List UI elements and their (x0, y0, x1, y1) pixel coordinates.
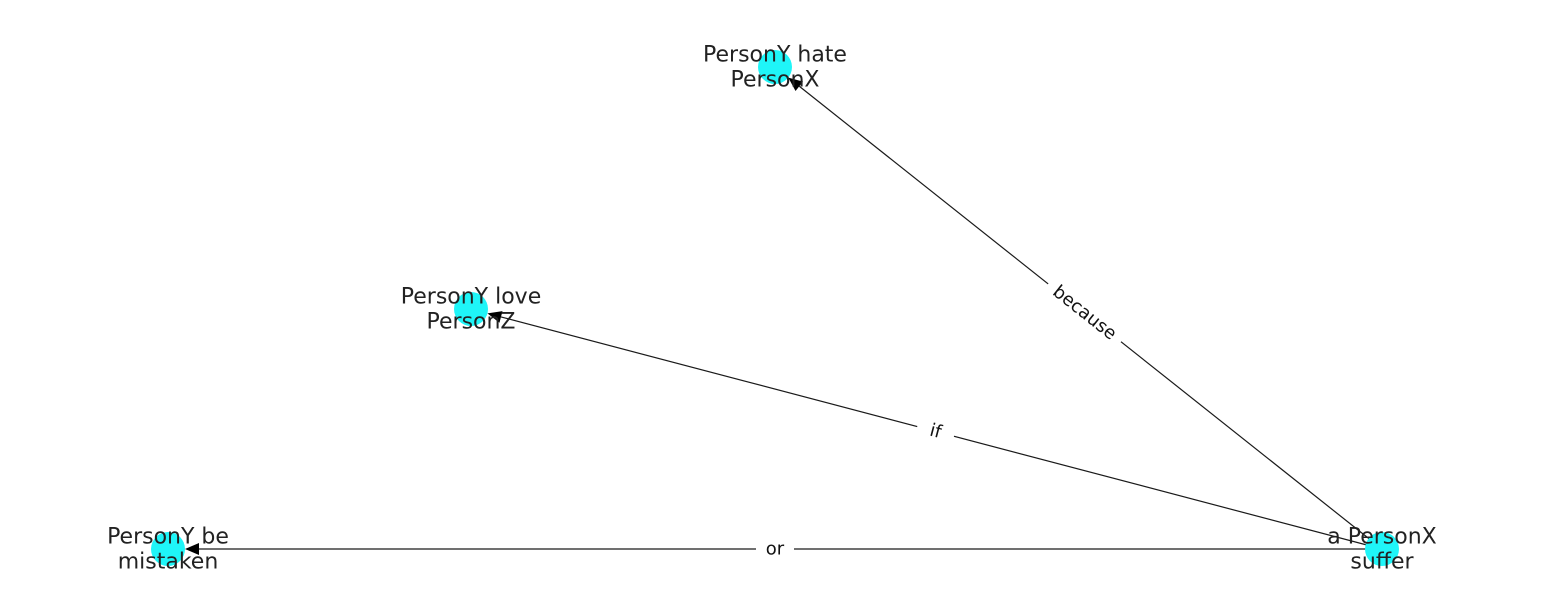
node-label-love: PersonY love PersonZ (401, 285, 542, 335)
node-label-line: a PersonX (1327, 525, 1436, 550)
node-label-mistaken: PersonY be mistaken (107, 525, 229, 575)
node-label-line: PersonY be (107, 525, 229, 550)
edge-label: or (766, 539, 785, 560)
node-label-line: PersonX (731, 68, 820, 93)
node-labels-layer: PersonY hate PersonXPersonY love PersonZPe… (107, 43, 1437, 575)
node-label-line: mistaken (118, 550, 219, 575)
node-label-hate: PersonY hate PersonX (703, 43, 847, 93)
nodes-layer (151, 50, 1399, 566)
edge-label-group: or (756, 537, 794, 561)
node-label-line: suffer (1350, 550, 1414, 575)
edge-label-group: if (914, 414, 958, 448)
edge-label: because (1049, 281, 1121, 344)
edge-label-group: because (1040, 274, 1129, 352)
edges-layer (185, 77, 1383, 555)
node-label-line: PersonY love (401, 285, 542, 310)
edge-labels-layer: because if or (756, 274, 1129, 561)
node-label-line: PersonY hate (703, 43, 847, 68)
node-label-line: PersonZ (427, 310, 516, 335)
graph-canvas: because if or PersonY hate PersonX PersonY l… (107, 43, 1437, 575)
